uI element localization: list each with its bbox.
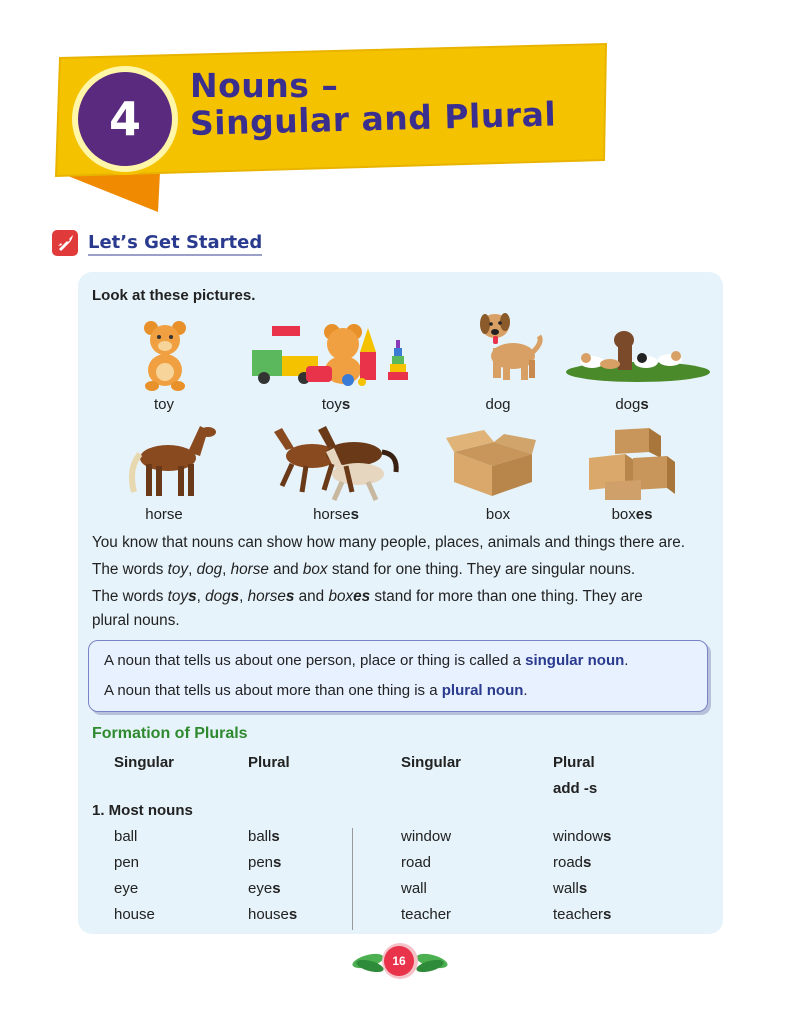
table-row: teacher: [401, 906, 452, 923]
paragraph-1: You know that nouns can show how many pe…: [92, 534, 685, 551]
table-row: road: [401, 854, 432, 871]
caption-toys: toys: [321, 396, 351, 413]
col-header-singular-left: Singular: [114, 754, 175, 771]
formation-heading: Formation of Plurals: [92, 725, 248, 742]
table-row: walls: [553, 880, 588, 897]
rocket-icon: [52, 230, 78, 256]
table-row: wall: [401, 880, 427, 897]
chapter-banner: 4 Nouns – Singular and Plural: [0, 0, 800, 230]
chapter-title-line1: Nouns –: [190, 66, 339, 105]
toys-group-icon: [252, 324, 408, 386]
chapter-number: 4: [72, 66, 178, 172]
caption-boxes: boxes: [611, 506, 653, 523]
paragraph-2: The words toy, dog, horse and box stand …: [92, 561, 636, 578]
table-row: balls: [248, 828, 280, 845]
caption-dogs: dogs: [615, 396, 649, 413]
caption-horse: horse: [145, 506, 183, 523]
dog-icon: [480, 313, 543, 380]
paragraph-3: The words toys, dogs, horses and boxes s…: [92, 588, 643, 605]
page-number: 16: [384, 946, 414, 976]
definition-singular: A noun that tells us about one person, p…: [104, 652, 629, 669]
caption-box: box: [485, 506, 511, 523]
caption-toy: toy: [153, 396, 174, 413]
box-icon: [446, 430, 536, 496]
table-row: windows: [553, 828, 612, 845]
rule-hint: add -s: [553, 780, 598, 797]
dogs-group-icon: [566, 331, 710, 382]
caption-dog: dog: [485, 396, 511, 413]
table-row: window: [401, 828, 452, 845]
caption-horses: horses: [313, 506, 359, 523]
table-row: ball: [114, 828, 138, 845]
definition-plural: A noun that tells us about more than one…: [104, 682, 528, 699]
boxes-group-icon: [589, 428, 675, 500]
column-divider: [352, 828, 353, 930]
paragraph-3-line2: plural nouns.: [92, 612, 180, 629]
table-row: teachers: [553, 906, 612, 923]
table-row: pen: [114, 854, 140, 871]
table-row: eyes: [248, 880, 281, 897]
horse-icon: [129, 426, 216, 496]
table-row: pens: [248, 854, 282, 871]
table-row: houses: [248, 906, 298, 923]
table-row: roads: [553, 854, 592, 871]
horses-group-icon: [274, 426, 399, 502]
col-header-singular-right: Singular: [401, 754, 462, 771]
table-row: house: [114, 906, 155, 923]
teddy-bear-icon: [144, 321, 186, 391]
intro-text: Look at these pictures.: [92, 287, 256, 304]
col-header-plural-left: Plural: [248, 754, 290, 771]
definition-box: [88, 640, 708, 712]
section-title: Let’s Get Started: [88, 232, 263, 256]
col-header-plural-right: Plural: [553, 754, 595, 771]
table-row: eye: [114, 880, 139, 897]
rule-1: 1. Most nouns: [92, 802, 193, 819]
